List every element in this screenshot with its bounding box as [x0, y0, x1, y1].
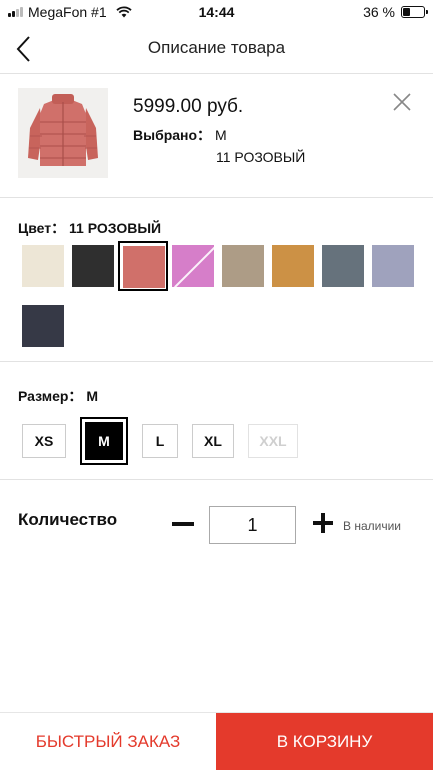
- quantity-increase-button[interactable]: [313, 513, 333, 533]
- color-swatch-fill: [222, 245, 264, 287]
- add-to-cart-button[interactable]: В КОРЗИНУ: [216, 713, 433, 770]
- product-price: 5999.00 руб.: [133, 96, 244, 117]
- size-option-label: XL: [204, 433, 222, 449]
- product-summary: 5999.00 руб. Выбрано： M 11 РОЗОВЫЙ: [0, 75, 433, 198]
- color-swatch-fill: [372, 245, 414, 287]
- jacket-image: [18, 88, 108, 178]
- color-swatch[interactable]: [168, 241, 218, 291]
- page-title: Описание товара: [147, 38, 286, 57]
- color-swatch-fill: [22, 305, 64, 347]
- selected-size: M: [214, 127, 227, 143]
- selected-summary: Выбрано： M: [133, 125, 227, 145]
- close-icon: [393, 93, 411, 111]
- status-right: 36 %: [363, 4, 428, 20]
- color-swatch[interactable]: [68, 241, 118, 291]
- close-button[interactable]: [391, 91, 413, 113]
- quantity-decrease-button[interactable]: [172, 522, 194, 526]
- color-swatch[interactable]: [118, 241, 168, 291]
- bottom-action-bar: БЫСТРЫЙ ЗАКАЗ В КОРЗИНУ: [0, 712, 433, 770]
- color-swatch[interactable]: [368, 241, 418, 291]
- size-section: Размер： M XS M L XL XXL: [0, 362, 433, 480]
- nav-bar: Описание товара: [0, 24, 433, 74]
- product-image: [18, 88, 108, 178]
- size-option-xs[interactable]: XS: [22, 424, 66, 458]
- color-swatch[interactable]: [218, 241, 268, 291]
- size-option-label: M: [85, 422, 123, 460]
- size-option-label: XS: [34, 433, 54, 449]
- size-option-label: L: [155, 433, 165, 449]
- stock-status: В наличии: [343, 519, 402, 533]
- quick-order-button[interactable]: БЫСТРЫЙ ЗАКАЗ: [0, 713, 216, 770]
- color-swatch[interactable]: [18, 241, 68, 291]
- size-label: Размер： M: [18, 386, 98, 406]
- color-swatch-fill: [123, 246, 165, 288]
- size-option-xxl: XXL: [248, 424, 298, 458]
- color-swatch-fill: [172, 245, 214, 287]
- quantity-section: Количество В наличии: [0, 480, 433, 570]
- color-section: Цвет： 11 РОЗОВЫЙ: [0, 198, 433, 362]
- size-option-l[interactable]: L: [142, 424, 178, 458]
- color-value: 11 РОЗОВЫЙ: [69, 220, 162, 236]
- selected-color: 11 РОЗОВЫЙ: [216, 149, 306, 165]
- battery-level: [403, 8, 411, 16]
- battery-icon: [401, 6, 428, 18]
- color-swatch[interactable]: [268, 241, 318, 291]
- color-label: Цвет： 11 РОЗОВЫЙ: [18, 218, 161, 238]
- size-option-label: XXL: [259, 433, 287, 449]
- size-option-m[interactable]: M: [80, 417, 128, 465]
- color-swatch[interactable]: [318, 241, 368, 291]
- color-swatch-fill: [72, 245, 114, 287]
- size-label-text: Размер：: [18, 388, 83, 404]
- battery-percent: 36 %: [363, 4, 395, 20]
- size-value: M: [86, 388, 98, 404]
- color-swatch-fill: [272, 245, 314, 287]
- selected-label: Выбрано：: [133, 127, 212, 143]
- color-swatch-fill: [22, 245, 64, 287]
- quantity-input[interactable]: [209, 506, 296, 544]
- size-option-xl[interactable]: XL: [192, 424, 234, 458]
- status-bar: MegaFon #1 14:44 36 %: [0, 0, 433, 24]
- color-label-text: Цвет：: [18, 220, 66, 236]
- color-swatch[interactable]: [18, 301, 68, 351]
- quantity-label: Количество: [18, 510, 118, 529]
- color-swatch-fill: [322, 245, 364, 287]
